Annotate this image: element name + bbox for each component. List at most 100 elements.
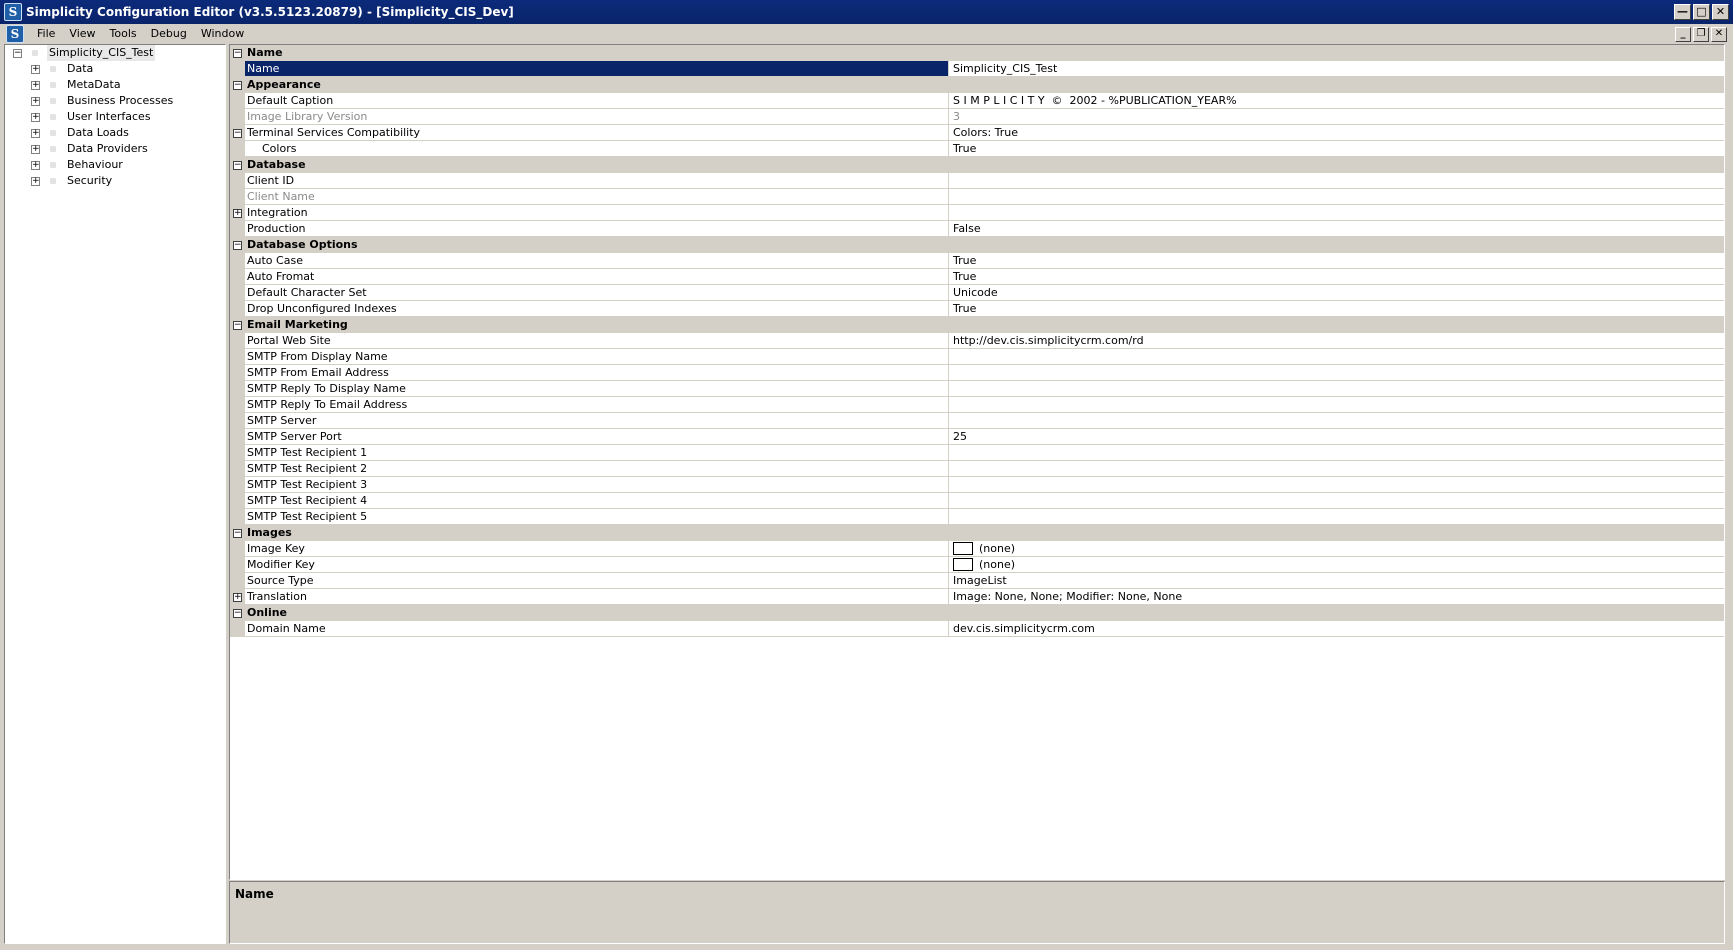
property-row[interactable]: Client ID [230, 173, 1724, 189]
property-row[interactable]: Auto Case True [230, 253, 1724, 269]
property-row[interactable]: Colors True [230, 141, 1724, 157]
collapse-icon[interactable]: − [233, 49, 242, 58]
expand-icon[interactable]: + [31, 81, 40, 90]
doc-restore-icon[interactable]: ❐ [1693, 27, 1709, 42]
property-row[interactable]: Portal Web Site http://dev.cis.simplicity… [230, 333, 1724, 349]
tree-item-label[interactable]: User Interfaces [67, 109, 151, 125]
tree-item-label[interactable]: Data [67, 61, 93, 77]
property-name[interactable]: SMTP Server [245, 413, 949, 429]
property-row[interactable]: SMTP From Email Address [230, 365, 1724, 381]
property-name[interactable]: SMTP Test Recipient 1 [245, 445, 949, 461]
property-value[interactable]: True [949, 269, 1724, 285]
collapse-icon[interactable]: − [233, 81, 242, 90]
property-row[interactable]: Auto Fromat True [230, 269, 1724, 285]
expand-icon[interactable]: + [31, 97, 40, 106]
tree-view[interactable]: − Simplicity_CIS_Test + Data + MetaData … [4, 44, 226, 944]
property-value[interactable]: Image: None, None; Modifier: None, None [949, 589, 1724, 605]
doc-minimize-icon[interactable]: _ [1675, 27, 1691, 42]
menu-tools[interactable]: Tools [103, 24, 144, 44]
property-name[interactable]: Source Type [245, 573, 949, 589]
property-name[interactable]: Colors [245, 141, 949, 157]
property-row[interactable]: Modifier Key (none) [230, 557, 1724, 573]
property-value[interactable] [949, 397, 1724, 413]
property-name[interactable]: SMTP Test Recipient 3 [245, 477, 949, 493]
close-icon[interactable]: ✕ [1712, 4, 1729, 20]
property-value[interactable] [949, 413, 1724, 429]
property-name[interactable]: SMTP Reply To Email Address [245, 397, 949, 413]
property-value[interactable] [949, 445, 1724, 461]
property-row[interactable]: − Terminal Services Compatibility Colors: … [230, 125, 1724, 141]
expand-icon[interactable]: + [31, 145, 40, 154]
menu-window[interactable]: Window [194, 24, 251, 44]
category-row[interactable]: − Name [230, 45, 1724, 61]
property-row[interactable]: SMTP Test Recipient 2 [230, 461, 1724, 477]
property-row[interactable]: + Integration [230, 205, 1724, 221]
property-name[interactable]: Drop Unconfigured Indexes [245, 301, 949, 317]
property-name[interactable]: Client ID [245, 173, 949, 189]
tree-item-label[interactable]: Data Providers [67, 141, 148, 157]
property-value[interactable]: False [949, 221, 1724, 237]
property-row[interactable]: Default Character Set Unicode [230, 285, 1724, 301]
expand-icon[interactable]: + [31, 161, 40, 170]
property-row[interactable]: SMTP Server [230, 413, 1724, 429]
menu-view[interactable]: View [62, 24, 102, 44]
expand-icon[interactable]: + [31, 129, 40, 138]
property-name[interactable]: Terminal Services Compatibility [245, 125, 949, 141]
property-name[interactable]: Image Library Version [245, 109, 949, 125]
property-name[interactable]: Default Character Set [245, 285, 949, 301]
collapse-icon[interactable]: − [233, 321, 242, 330]
property-row[interactable]: SMTP From Display Name [230, 349, 1724, 365]
property-name[interactable]: Image Key [245, 541, 949, 557]
expand-icon[interactable]: + [31, 177, 40, 186]
property-value[interactable]: True [949, 253, 1724, 269]
expand-icon[interactable]: + [31, 113, 40, 122]
property-row[interactable]: SMTP Test Recipient 1 [230, 445, 1724, 461]
property-value[interactable]: 3 [949, 109, 1724, 125]
maximize-icon[interactable]: □ [1693, 4, 1710, 20]
category-row[interactable]: − Online [230, 605, 1724, 621]
property-row[interactable]: Client Name [230, 189, 1724, 205]
property-row[interactable]: SMTP Reply To Email Address [230, 397, 1724, 413]
property-value[interactable]: 25 [949, 429, 1724, 445]
property-value[interactable]: True [949, 301, 1724, 317]
property-row[interactable]: Name Simplicity_CIS_Test [230, 61, 1724, 77]
property-name[interactable]: SMTP Server Port [245, 429, 949, 445]
property-name[interactable]: SMTP Reply To Display Name [245, 381, 949, 397]
property-row[interactable]: Default Caption S I M P L I C I T Y © 200… [230, 93, 1724, 109]
property-row[interactable]: SMTP Test Recipient 5 [230, 509, 1724, 525]
property-value[interactable]: Colors: True [949, 125, 1724, 141]
property-value[interactable] [949, 349, 1724, 365]
property-name[interactable]: SMTP Test Recipient 2 [245, 461, 949, 477]
property-name[interactable]: SMTP Test Recipient 5 [245, 509, 949, 525]
property-row[interactable]: Production False [230, 221, 1724, 237]
property-value[interactable] [949, 365, 1724, 381]
property-row[interactable]: SMTP Reply To Display Name [230, 381, 1724, 397]
property-name[interactable]: SMTP Test Recipient 4 [245, 493, 949, 509]
property-name[interactable]: Client Name [245, 189, 949, 205]
collapse-icon[interactable]: − [233, 609, 242, 618]
property-name[interactable]: Production [245, 221, 949, 237]
tree-item-label[interactable]: MetaData [67, 77, 121, 93]
property-name[interactable]: Name [245, 61, 949, 77]
property-value[interactable] [949, 173, 1724, 189]
property-value[interactable]: Unicode [949, 285, 1724, 301]
property-row[interactable]: + Translation Image: None, None; Modifier:… [230, 589, 1724, 605]
property-row[interactable]: Image Library Version 3 [230, 109, 1724, 125]
property-name[interactable]: Default Caption [245, 93, 949, 109]
collapse-icon[interactable]: − [233, 529, 242, 538]
menu-file[interactable]: File [30, 24, 62, 44]
category-row[interactable]: − Images [230, 525, 1724, 541]
property-name[interactable]: Auto Fromat [245, 269, 949, 285]
property-name[interactable]: Portal Web Site [245, 333, 949, 349]
property-value[interactable]: dev.cis.simplicitycrm.com [949, 621, 1724, 637]
property-name[interactable]: Domain Name [245, 621, 949, 637]
property-name[interactable]: SMTP From Email Address [245, 365, 949, 381]
tree-item-label[interactable]: Business Processes [67, 93, 173, 109]
property-row[interactable]: Source Type ImageList [230, 573, 1724, 589]
property-value[interactable] [949, 461, 1724, 477]
tree-item-label[interactable]: Security [67, 173, 112, 189]
property-value[interactable]: ImageList [949, 573, 1724, 589]
property-grid[interactable]: − Name Name Simplicity_CIS_Test − Appearance D… [229, 44, 1725, 880]
property-value[interactable] [949, 509, 1724, 525]
collapse-icon[interactable]: − [233, 129, 242, 138]
